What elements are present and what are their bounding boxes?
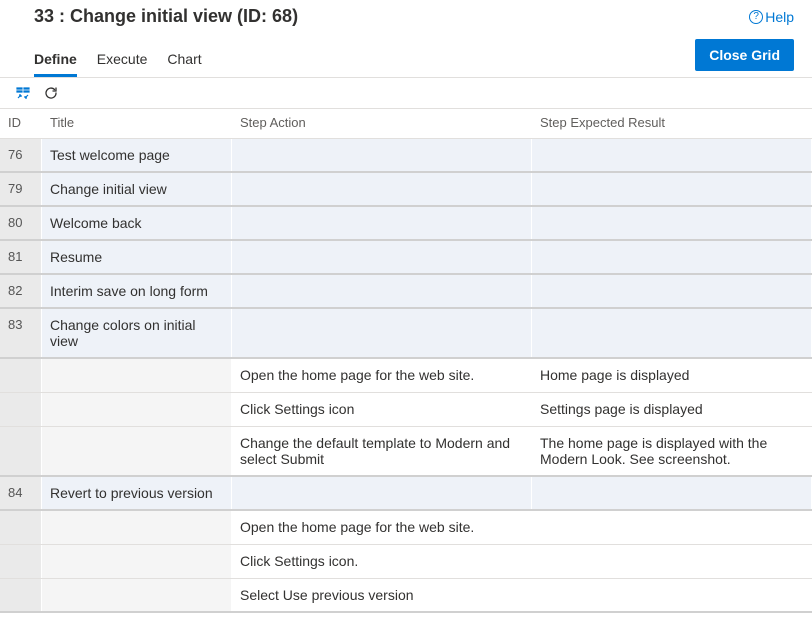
cell-title[interactable]: Revert to previous version [42,477,232,509]
tabs: Define Execute Chart [34,45,202,77]
cell-id: 80 [0,207,42,239]
page-header: 33 : Change initial view (ID: 68) ? Help… [0,0,812,77]
cell-id: 84 [0,477,42,509]
help-link[interactable]: ? Help [749,9,794,25]
cell-id: 81 [0,241,42,273]
cell-title [42,579,232,611]
cell-action[interactable] [232,139,532,171]
cell-title [42,427,232,475]
table-row[interactable]: 83Change colors on initial view [0,309,812,359]
cell-expected[interactable] [532,207,812,239]
cell-action[interactable]: Open the home page for the web site. [232,511,532,544]
table-row[interactable]: 82Interim save on long form [0,275,812,309]
cell-action[interactable]: Click Settings icon. [232,545,532,578]
cell-title[interactable]: Change initial view [42,173,232,205]
cell-title[interactable]: Change colors on initial view [42,309,232,357]
grid-header-row: ID Title Step Action Step Expected Resul… [0,109,812,139]
col-header-expected[interactable]: Step Expected Result [532,109,812,138]
table-row[interactable]: 79Change initial view [0,173,812,207]
table-step-row[interactable]: Click Settings icon. [0,545,812,579]
cell-id: 76 [0,139,42,171]
tab-define[interactable]: Define [34,45,77,77]
cell-action[interactable] [232,173,532,205]
cell-action[interactable]: Change the default template to Modern an… [232,427,532,475]
cell-expected[interactable] [532,173,812,205]
cell-title [42,359,232,392]
table-step-row[interactable]: Change the default template to Modern an… [0,427,812,477]
help-label: Help [765,9,794,25]
page-title: 33 : Change initial view (ID: 68) [34,6,298,27]
refresh-icon[interactable] [42,84,60,102]
cell-expected[interactable] [532,309,812,357]
cell-id [0,511,42,544]
cell-id [0,359,42,392]
data-grid: ID Title Step Action Step Expected Resul… [0,108,812,613]
cell-title [42,511,232,544]
table-row[interactable]: 81Resume [0,241,812,275]
cell-action[interactable] [232,275,532,307]
tab-execute[interactable]: Execute [97,45,148,77]
cell-action[interactable] [232,477,532,509]
cell-id: 83 [0,309,42,357]
table-row[interactable]: 84Revert to previous version [0,477,812,511]
collapse-icon[interactable] [14,84,32,102]
cell-id: 79 [0,173,42,205]
cell-expected[interactable] [532,511,812,544]
cell-title[interactable]: Welcome back [42,207,232,239]
cell-action[interactable] [232,241,532,273]
cell-title[interactable]: Interim save on long form [42,275,232,307]
table-step-row[interactable]: Select Use previous version [0,579,812,613]
cell-action[interactable]: Select Use previous version [232,579,532,611]
tab-chart[interactable]: Chart [167,45,201,77]
cell-id [0,579,42,611]
cell-expected[interactable]: Home page is displayed [532,359,812,392]
cell-expected[interactable]: Settings page is displayed [532,393,812,426]
table-step-row[interactable]: Open the home page for the web site.Home… [0,359,812,393]
cell-expected[interactable]: The home page is displayed with the Mode… [532,427,812,475]
cell-title[interactable]: Test welcome page [42,139,232,171]
cell-expected[interactable] [532,275,812,307]
cell-action[interactable] [232,207,532,239]
col-header-title[interactable]: Title [42,109,232,138]
table-step-row[interactable]: Open the home page for the web site. [0,511,812,545]
cell-expected[interactable] [532,241,812,273]
cell-id: 82 [0,275,42,307]
help-icon: ? [749,10,763,24]
cell-title[interactable]: Resume [42,241,232,273]
cell-title [42,393,232,426]
col-header-id[interactable]: ID [0,109,42,138]
cell-id [0,545,42,578]
cell-expected[interactable] [532,477,812,509]
close-grid-button[interactable]: Close Grid [695,39,794,71]
cell-title [42,545,232,578]
table-row[interactable]: 76Test welcome page [0,139,812,173]
cell-action[interactable]: Open the home page for the web site. [232,359,532,392]
cell-expected[interactable] [532,579,812,611]
cell-action[interactable]: Click Settings icon [232,393,532,426]
cell-id [0,427,42,475]
toolbar [0,78,812,108]
table-row[interactable]: 80Welcome back [0,207,812,241]
cell-id [0,393,42,426]
cell-action[interactable] [232,309,532,357]
cell-expected[interactable] [532,139,812,171]
table-step-row[interactable]: Click Settings iconSettings page is disp… [0,393,812,427]
col-header-action[interactable]: Step Action [232,109,532,138]
cell-expected[interactable] [532,545,812,578]
